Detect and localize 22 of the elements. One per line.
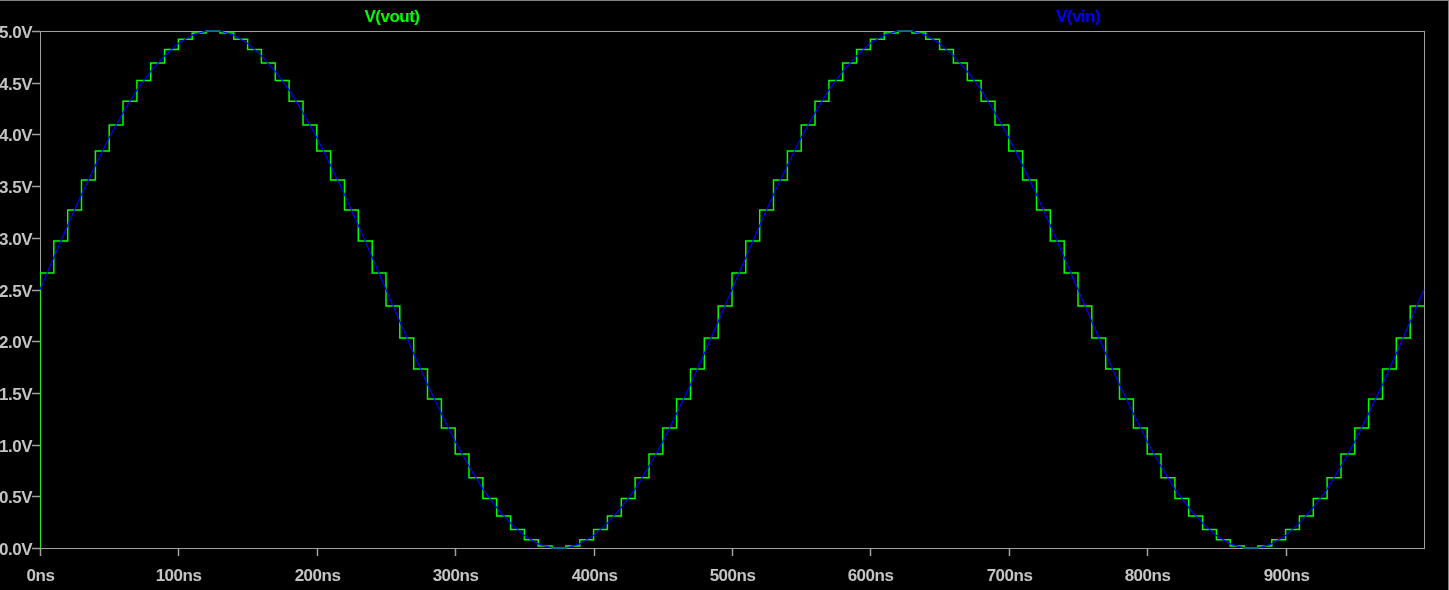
axis-label: 200ns: [294, 566, 341, 585]
axis-label: 5.0V: [0, 22, 32, 42]
axis-label: 4.0V: [0, 125, 32, 145]
axis-label: 400ns: [571, 566, 618, 585]
axis-label: 2.5V: [0, 281, 32, 301]
axis-label: 100ns: [155, 566, 202, 585]
axis-label: 900ns: [1263, 566, 1310, 585]
axis-label: 800ns: [1124, 566, 1171, 585]
axis-label: 0.5V: [0, 487, 32, 507]
axis-label: 1.5V: [0, 384, 32, 404]
axis-label: 0.0V: [0, 539, 32, 559]
axis-label: 3.0V: [0, 229, 32, 249]
axis-label: 1.0V: [0, 436, 32, 456]
axis-label: 2.0V: [0, 332, 32, 352]
axis-label: 700ns: [986, 566, 1033, 585]
axis-label: 0ns: [26, 566, 55, 585]
axis-label: 500ns: [709, 566, 756, 585]
axis-label: 300ns: [432, 566, 479, 585]
legend-label[interactable]: V(vout): [364, 7, 420, 26]
axis-label: 3.5V: [0, 177, 32, 197]
axis-label: 600ns: [847, 566, 894, 585]
axis-label: 4.5V: [0, 74, 32, 94]
